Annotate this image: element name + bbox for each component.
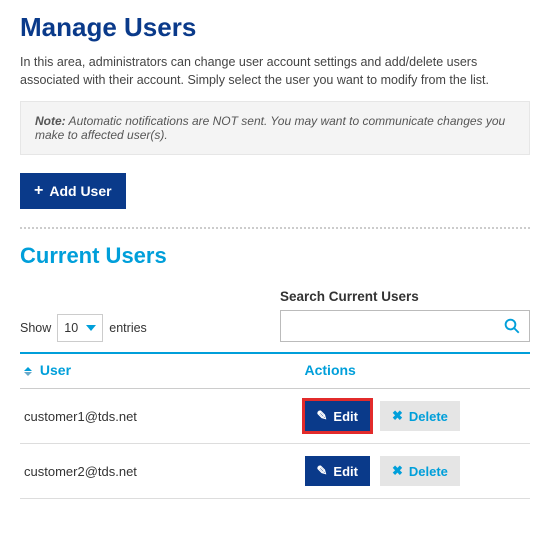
search-field[interactable] bbox=[280, 310, 530, 342]
edit-button[interactable]: ✎ Edit bbox=[305, 456, 370, 486]
intro-text: In this area, administrators can change … bbox=[20, 53, 530, 89]
col-actions-header: Actions bbox=[301, 353, 531, 389]
note-label: Note: bbox=[35, 114, 66, 128]
show-label: Show bbox=[20, 321, 51, 335]
pencil-icon: ✎ bbox=[317, 463, 328, 479]
edit-label: Edit bbox=[333, 409, 358, 424]
pencil-icon: ✎ bbox=[317, 408, 328, 424]
add-user-button[interactable]: + Add User bbox=[20, 173, 126, 209]
add-user-label: Add User bbox=[49, 183, 111, 199]
section-divider bbox=[20, 227, 530, 229]
chevron-down-icon bbox=[86, 325, 96, 331]
col-user-label: User bbox=[40, 362, 71, 378]
close-icon: ✖ bbox=[392, 408, 403, 424]
show-entries-control: Show 10 entries bbox=[20, 314, 147, 342]
search-label: Search Current Users bbox=[280, 289, 530, 304]
search-icon[interactable] bbox=[503, 317, 521, 335]
note-text: Automatic notifications are NOT sent. Yo… bbox=[35, 114, 505, 142]
plus-icon: + bbox=[34, 183, 43, 199]
section-title: Current Users bbox=[20, 243, 530, 269]
entries-label: entries bbox=[109, 321, 147, 335]
note-box: Note: Automatic notifications are NOT se… bbox=[20, 101, 530, 155]
delete-label: Delete bbox=[409, 409, 448, 424]
users-table: User Actions customer1@tds.net ✎ Edit bbox=[20, 352, 530, 499]
user-cell: customer2@tds.net bbox=[20, 444, 301, 499]
table-row: customer2@tds.net ✎ Edit ✖ Delete bbox=[20, 444, 530, 499]
user-cell: customer1@tds.net bbox=[20, 389, 301, 444]
edit-label: Edit bbox=[333, 464, 358, 479]
delete-button[interactable]: ✖ Delete bbox=[380, 456, 460, 486]
edit-button[interactable]: ✎ Edit bbox=[305, 401, 370, 431]
table-row: customer1@tds.net ✎ Edit ✖ Delete bbox=[20, 389, 530, 444]
col-actions-label: Actions bbox=[305, 362, 356, 378]
entries-value: 10 bbox=[64, 321, 78, 335]
col-user-header[interactable]: User bbox=[20, 353, 301, 389]
delete-button[interactable]: ✖ Delete bbox=[380, 401, 460, 431]
page-title: Manage Users bbox=[20, 12, 530, 43]
sort-icon bbox=[24, 367, 32, 376]
entries-select[interactable]: 10 bbox=[57, 314, 103, 342]
close-icon: ✖ bbox=[392, 463, 403, 479]
search-input[interactable] bbox=[289, 318, 503, 335]
delete-label: Delete bbox=[409, 464, 448, 479]
